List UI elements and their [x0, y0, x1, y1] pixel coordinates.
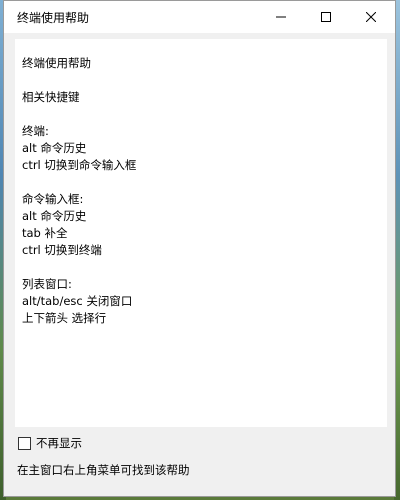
section-title-terminal: 终端:	[22, 124, 49, 138]
maximize-icon	[320, 12, 331, 22]
window-title: 终端使用帮助	[17, 11, 90, 25]
maximize-button[interactable]	[303, 1, 348, 33]
section-title-command-input: 命令输入框:	[22, 192, 84, 206]
shortcut-item: 上下箭头 选择行	[22, 311, 107, 325]
dont-show-again-checkbox[interactable]	[18, 436, 31, 450]
minimize-icon	[275, 16, 286, 18]
help-subheading: 相关快捷键	[22, 90, 80, 104]
shortcut-item: alt/tab/esc 关闭窗口	[22, 294, 133, 308]
close-icon	[365, 12, 376, 22]
shortcut-item: alt 命令历史	[22, 209, 87, 223]
shortcut-item: ctrl 切换到命令输入框	[22, 158, 137, 172]
shortcut-item: ctrl 切换到终端	[22, 243, 102, 257]
shortcut-item: tab 补全	[22, 226, 68, 240]
section-title-list-window: 列表窗口:	[22, 277, 72, 291]
title-bar[interactable]: 终端使用帮助	[4, 1, 395, 33]
help-window: 终端使用帮助 终端使用帮助 相关快捷键 终端: alt 命令历史 ctrl 切换…	[3, 0, 396, 497]
help-location-note: 在主窗口右上角菜单可找到该帮助	[17, 463, 190, 477]
dont-show-again-label[interactable]: 不再显示	[36, 435, 82, 451]
close-button[interactable]	[348, 1, 393, 33]
minimize-button[interactable]	[258, 1, 303, 33]
shortcut-item: alt 命令历史	[22, 141, 87, 155]
help-heading: 终端使用帮助	[22, 56, 91, 70]
help-text-area[interactable]: 终端使用帮助 相关快捷键 终端: alt 命令历史 ctrl 切换到命令输入框 …	[15, 39, 387, 427]
dont-show-again-row[interactable]: 不再显示	[18, 435, 82, 451]
